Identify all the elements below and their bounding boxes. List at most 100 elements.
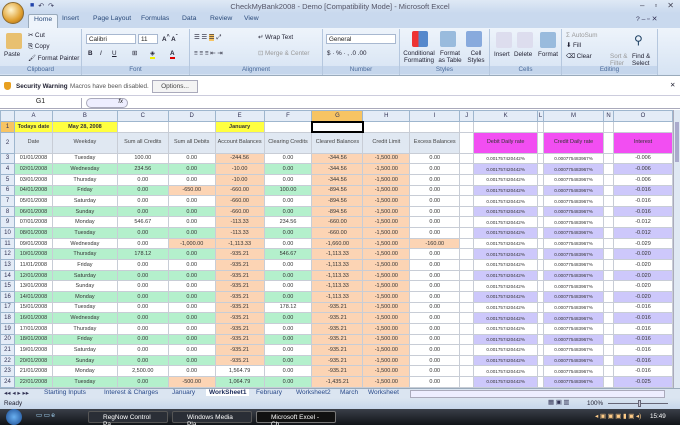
cell-h1[interactable] bbox=[362, 121, 411, 133]
cell-h23[interactable]: -1,500.00 bbox=[362, 365, 411, 378]
cell-o13[interactable]: -0.020 bbox=[612, 259, 674, 271]
cell-k15[interactable]: 0.001757420442% bbox=[473, 280, 539, 292]
cell-o22[interactable]: -0.016 bbox=[612, 354, 674, 367]
cell-c8[interactable]: 0.00 bbox=[116, 205, 169, 218]
cell-f22[interactable]: 0.00 bbox=[263, 354, 313, 367]
cell-m9[interactable]: 0.000775483967% bbox=[543, 216, 604, 229]
cell-k17[interactable]: 0.001757420442% bbox=[473, 301, 539, 314]
cell-g18[interactable]: -935.21 bbox=[311, 312, 364, 324]
cell-g22[interactable]: -935.21 bbox=[311, 354, 364, 367]
cell-c14[interactable]: 0.00 bbox=[116, 269, 169, 282]
row-header[interactable]: 5 bbox=[0, 173, 15, 186]
cell-c12[interactable]: 178.12 bbox=[116, 248, 169, 261]
tab-view[interactable]: View bbox=[244, 15, 259, 22]
clear-button[interactable]: ⌫ Clear bbox=[566, 53, 592, 60]
cell-a10[interactable]: 08/01/2008 bbox=[13, 227, 53, 239]
cell-i15[interactable]: 0.00 bbox=[409, 280, 461, 292]
row-header[interactable]: 22 bbox=[0, 354, 15, 367]
cell-i10[interactable]: 0.00 bbox=[409, 227, 461, 239]
cell-g16[interactable]: -1,113.33 bbox=[311, 290, 364, 303]
fx-button[interactable]: fx bbox=[86, 98, 128, 108]
cell-b23[interactable]: Monday bbox=[51, 365, 118, 378]
cell-h8[interactable]: -1,500.00 bbox=[362, 205, 411, 218]
cell-h11[interactable]: -1,500.00 bbox=[362, 237, 411, 250]
cell-j8[interactable] bbox=[459, 205, 475, 218]
sheet-tab-march[interactable]: March bbox=[340, 389, 358, 396]
cell-o7[interactable]: -0.016 bbox=[612, 195, 674, 207]
format-cells-button[interactable]: Format bbox=[538, 51, 558, 58]
cell-e23[interactable]: 1,564.79 bbox=[214, 365, 265, 378]
cell-i11[interactable]: -160.00 bbox=[409, 237, 461, 250]
sheet-tab-interest-charges[interactable]: Interest & Charges bbox=[104, 389, 158, 396]
cell-b8[interactable]: Sunday bbox=[51, 205, 118, 218]
cell-f21[interactable]: 0.00 bbox=[263, 344, 313, 356]
cell-a13[interactable]: 11/01/2008 bbox=[13, 259, 53, 271]
cell-g5[interactable]: -344.56 bbox=[311, 173, 364, 186]
sheet-tab-worksheet2[interactable]: Worksheet2 bbox=[296, 389, 331, 396]
cell-n7[interactable] bbox=[603, 195, 614, 207]
header-m[interactable]: Credit Daily rate bbox=[543, 131, 604, 154]
cell-b14[interactable]: Saturday bbox=[51, 269, 118, 282]
cell-o4[interactable]: -0.006 bbox=[612, 163, 674, 175]
sort-filter-button[interactable]: Sort & Filter bbox=[610, 53, 632, 67]
cell-j24[interactable] bbox=[459, 376, 475, 388]
cell-o24[interactable]: -0.025 bbox=[612, 376, 674, 388]
cell-o23[interactable]: -0.016 bbox=[612, 365, 674, 378]
cell-e13[interactable]: -935.21 bbox=[214, 259, 265, 271]
cell-g9[interactable]: -660.00 bbox=[311, 216, 364, 229]
cell-i12[interactable]: 0.00 bbox=[409, 248, 461, 261]
cell-b6[interactable]: Friday bbox=[51, 184, 118, 197]
cell-c1[interactable] bbox=[116, 121, 169, 133]
cell-f9[interactable]: 234.56 bbox=[263, 216, 313, 229]
cell-m18[interactable]: 0.000775483967% bbox=[543, 312, 604, 324]
cell-o20[interactable]: -0.016 bbox=[612, 333, 674, 346]
tab-home[interactable]: Home bbox=[28, 14, 59, 28]
cell-m15[interactable]: 0.000775483967% bbox=[543, 280, 604, 292]
cell-i22[interactable]: 0.00 bbox=[409, 354, 461, 367]
merge-center-button[interactable]: ⊡ Merge & Center bbox=[258, 50, 309, 57]
cell-e21[interactable]: -935.21 bbox=[214, 344, 265, 356]
column-header-g[interactable]: G bbox=[311, 110, 364, 122]
cell-a16[interactable]: 14/01/2008 bbox=[13, 290, 53, 303]
cell-m4[interactable]: 0.000775483967% bbox=[543, 163, 604, 175]
cell-g14[interactable]: -1,113.33 bbox=[311, 269, 364, 282]
vertical-scrollbar[interactable] bbox=[673, 110, 680, 388]
cell-g6[interactable]: -894.56 bbox=[311, 184, 364, 197]
cell-a8[interactable]: 06/01/2008 bbox=[13, 205, 53, 218]
format-painter-button[interactable]: 🖌 Format Painter bbox=[28, 54, 79, 62]
tab-insert[interactable]: Insert bbox=[62, 15, 79, 22]
cell-m10[interactable]: 0.000775483967% bbox=[543, 227, 604, 239]
sheet-tab-worksheet[interactable]: Worksheet bbox=[368, 389, 399, 396]
cell-d24[interactable]: -500.00 bbox=[167, 376, 216, 388]
tab-data[interactable]: Data bbox=[182, 15, 196, 22]
view-buttons[interactable]: ▦ ▣ ▥ bbox=[548, 399, 569, 406]
cell-h14[interactable]: -1,500.00 bbox=[362, 269, 411, 282]
cell-h22[interactable]: -1,500.00 bbox=[362, 354, 411, 367]
cell-m17[interactable]: 0.000775483967% bbox=[543, 301, 604, 314]
cell-c17[interactable]: 0.00 bbox=[116, 301, 169, 314]
cell-n22[interactable] bbox=[603, 354, 614, 367]
header-b[interactable]: Weekday bbox=[51, 131, 118, 154]
cell-n23[interactable] bbox=[603, 365, 614, 378]
underline-button[interactable]: U bbox=[112, 50, 117, 57]
cell-d18[interactable]: 0.00 bbox=[167, 312, 216, 324]
cell-n8[interactable] bbox=[603, 205, 614, 218]
cell-a20[interactable]: 18/01/2008 bbox=[13, 333, 53, 346]
cell-b9[interactable]: Monday bbox=[51, 216, 118, 229]
cell-d12[interactable]: 0.00 bbox=[167, 248, 216, 261]
cell-e19[interactable]: -935.21 bbox=[214, 322, 265, 335]
column-header-f[interactable]: F bbox=[263, 110, 313, 122]
cell-f6[interactable]: 100.00 bbox=[263, 184, 313, 197]
cell-e12[interactable]: -935.21 bbox=[214, 248, 265, 261]
cell-m22[interactable]: 0.000775483967% bbox=[543, 354, 604, 367]
taskbar-regnow[interactable]: RegNow Control Pa... bbox=[88, 411, 168, 428]
cell-b16[interactable]: Monday bbox=[51, 290, 118, 303]
row-header[interactable]: 4 bbox=[0, 163, 15, 175]
cell-o15[interactable]: -0.020 bbox=[612, 280, 674, 292]
cell-j18[interactable] bbox=[459, 312, 475, 324]
cell-k9[interactable]: 0.001757420442% bbox=[473, 216, 539, 229]
cell-h9[interactable]: -1,500.00 bbox=[362, 216, 411, 229]
sheet-tab-starting-inputs[interactable]: Starting Inputs bbox=[44, 389, 86, 396]
cell-a19[interactable]: 17/01/2008 bbox=[13, 322, 53, 335]
cell-k10[interactable]: 0.001757420442% bbox=[473, 227, 539, 239]
